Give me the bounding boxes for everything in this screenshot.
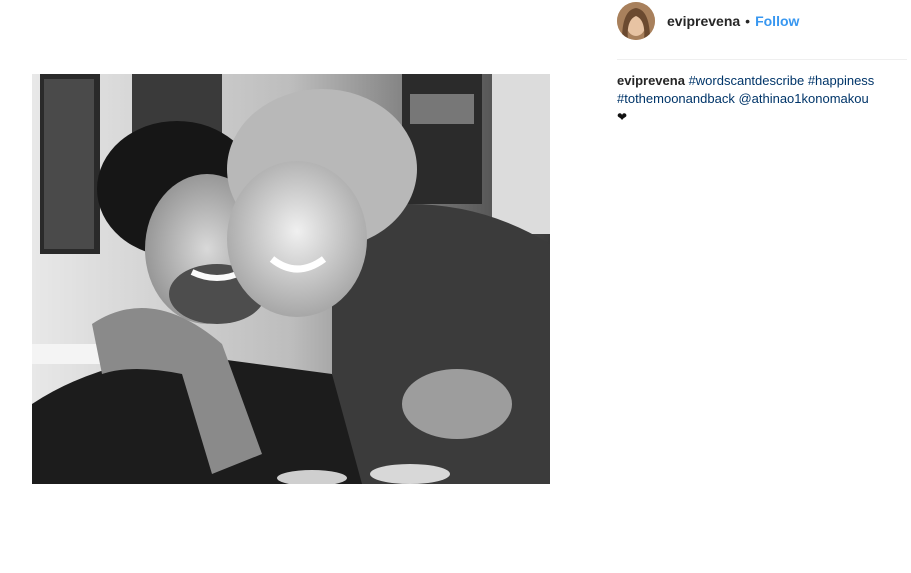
separator-dot: • xyxy=(745,13,751,29)
mention-link[interactable]: @athinao1konomakou xyxy=(738,91,868,106)
post-header: eviprevena • Follow xyxy=(617,0,799,42)
header-divider xyxy=(617,59,907,60)
post-side-panel: eviprevena • Follow eviprevena #wordscan… xyxy=(610,0,911,573)
header-text: eviprevena • Follow xyxy=(667,13,799,29)
post-photo[interactable] xyxy=(32,74,550,484)
black-heart-icon: ❤ xyxy=(617,110,628,124)
post-photo-image xyxy=(32,74,550,484)
caption-username-link[interactable]: eviprevena xyxy=(617,73,685,88)
avatar[interactable] xyxy=(617,2,655,40)
follow-button[interactable]: Follow xyxy=(755,13,799,29)
profile-photo-icon xyxy=(617,2,655,40)
post-caption: eviprevena #wordscantdescribe #happiness… xyxy=(617,72,907,126)
username-link[interactable]: eviprevena xyxy=(667,13,740,29)
hashtag-link[interactable]: #tothemoonandback xyxy=(617,91,735,106)
hashtag-link[interactable]: #wordscantdescribe xyxy=(689,73,805,88)
hashtag-link[interactable]: #happiness xyxy=(808,73,875,88)
